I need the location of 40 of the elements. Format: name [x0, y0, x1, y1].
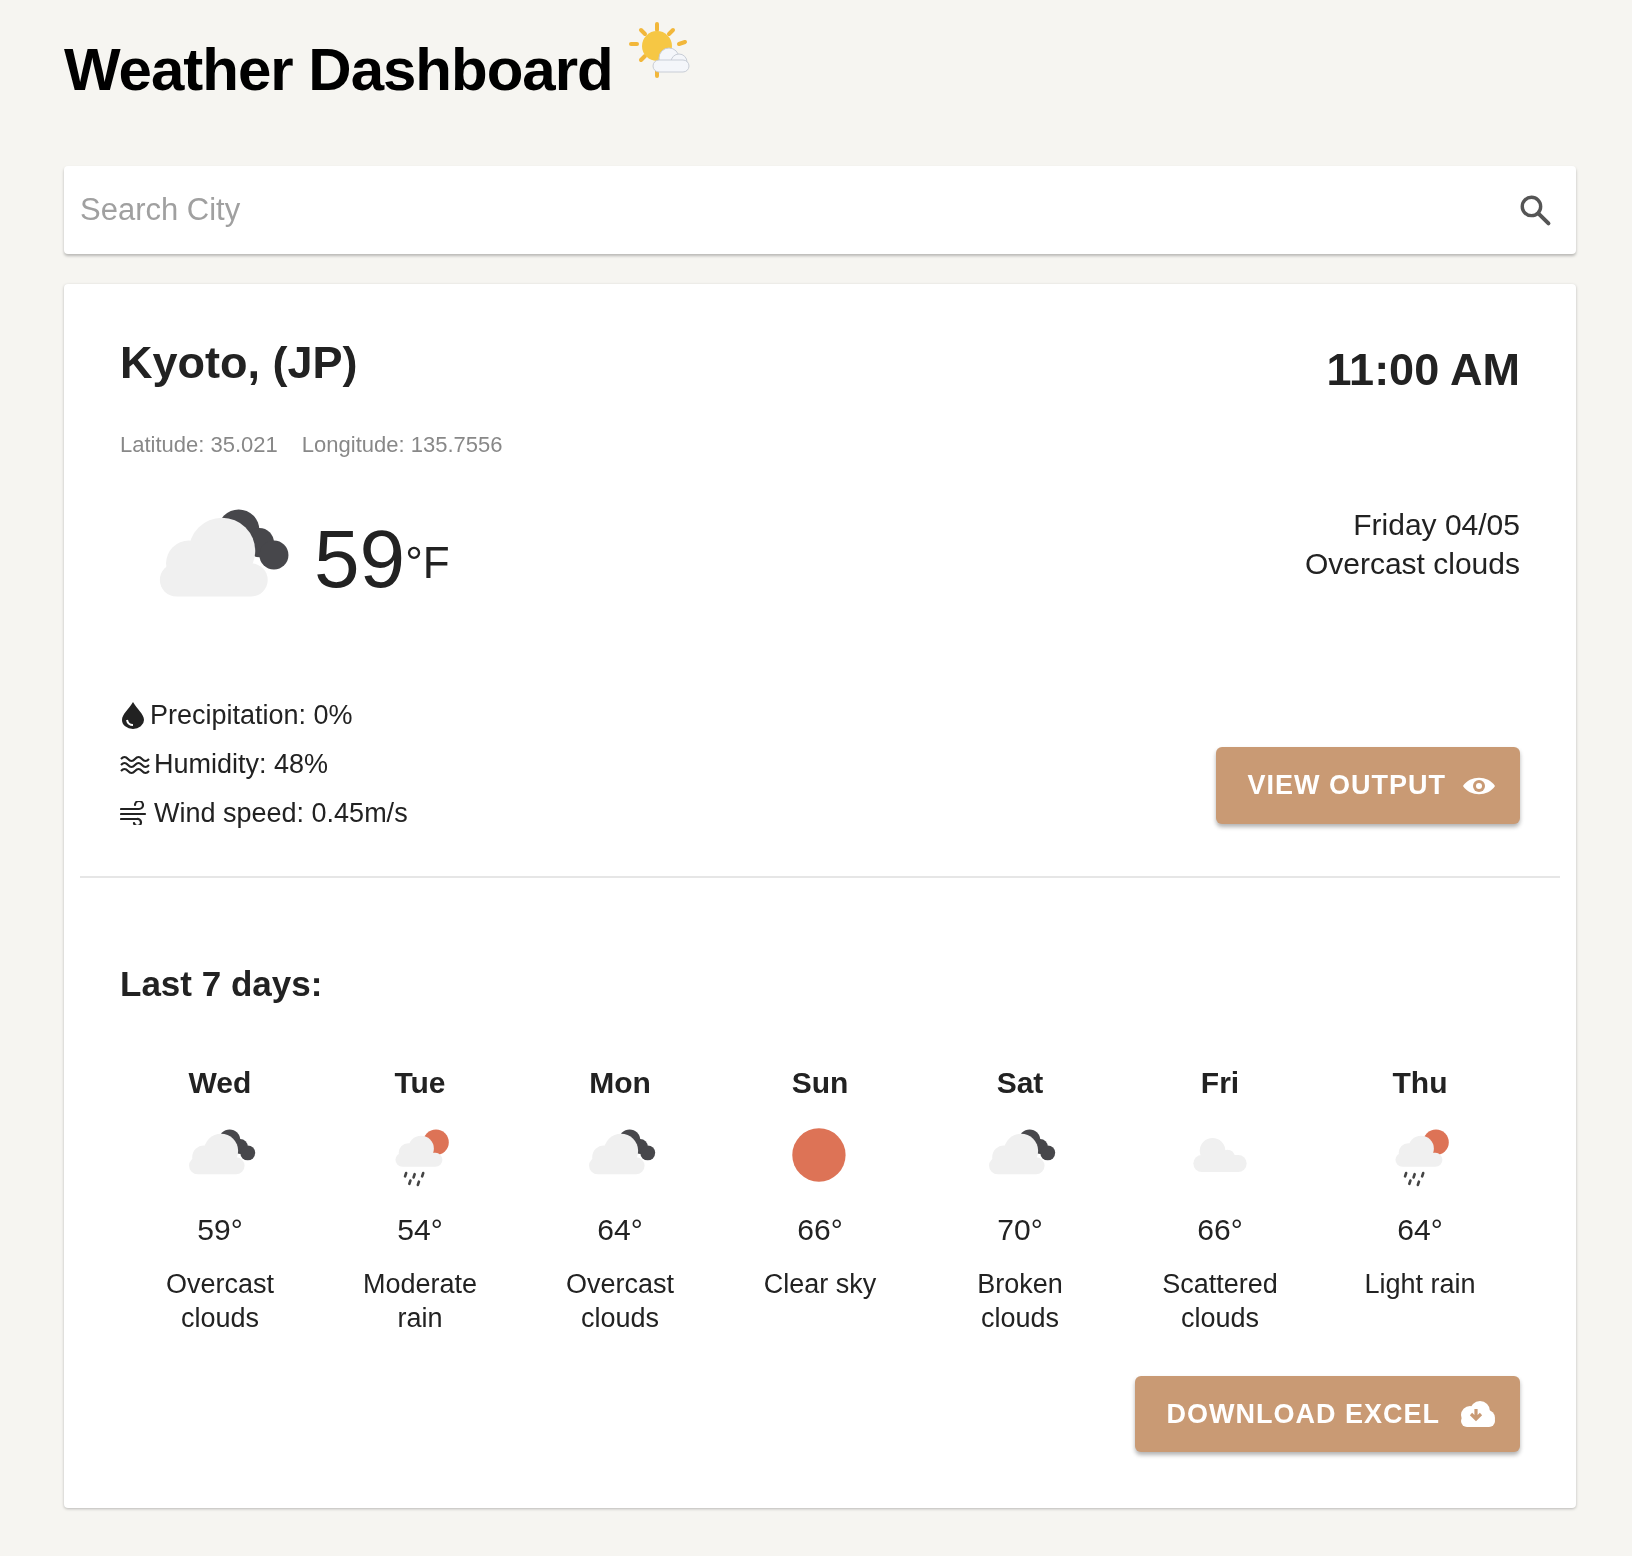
- page-title: Weather Dashboard: [64, 35, 613, 105]
- drop-icon: [120, 701, 146, 730]
- day-description: Scattered clouds: [1161, 1268, 1279, 1336]
- longitude: Longitude: 135.7556: [301, 430, 503, 459]
- day-temperature: 64°: [1396, 1212, 1444, 1249]
- day-description: Overcast clouds: [165, 1268, 275, 1336]
- day-temperature: 64°: [596, 1212, 644, 1249]
- day-temperature: 66°: [1196, 1212, 1244, 1249]
- temperature-unit: °F: [405, 536, 450, 589]
- day-description: Overcast clouds: [565, 1268, 675, 1336]
- current-date: Friday 04/05: [1352, 506, 1520, 543]
- temperature: 59: [314, 517, 406, 600]
- day-description: Broken clouds: [976, 1268, 1064, 1336]
- day-temperature: 70°: [996, 1212, 1044, 1249]
- detail-text: Wind speed: 0.45m/s: [154, 796, 408, 830]
- day-description: Clear sky: [762, 1268, 878, 1302]
- search-field[interactable]: Search City: [64, 166, 1576, 254]
- day-temperature: 66°: [796, 1212, 844, 1249]
- day-name: Wed: [187, 1065, 253, 1102]
- search-icon[interactable]: [1518, 193, 1552, 227]
- day-name: Sun: [790, 1065, 850, 1102]
- section-heading: Last 7 days:: [120, 962, 324, 1005]
- day-description: Light rain: [1363, 1268, 1477, 1302]
- detail-text: Precipitation: 0%: [150, 698, 353, 732]
- day-name: Mon: [588, 1065, 652, 1102]
- day-temperature: 59°: [196, 1212, 244, 1249]
- view-output-button[interactable]: VIEW OUTPUT: [1215, 747, 1520, 824]
- day-description: Moderate rain: [361, 1268, 479, 1336]
- city-name: Kyoto, (JP): [120, 336, 358, 390]
- day-name: Fri: [1199, 1065, 1241, 1102]
- day-name: Tue: [393, 1065, 447, 1102]
- weather-description: Overcast clouds: [1304, 545, 1520, 582]
- detail-text: Humidity: 48%: [154, 747, 329, 781]
- latitude: Latitude: 35.021: [120, 430, 278, 459]
- download-excel-button[interactable]: DOWNLOAD EXCEL: [1134, 1375, 1520, 1453]
- day-name: Thu: [1391, 1065, 1449, 1102]
- day-temperature: 54°: [396, 1212, 444, 1249]
- waves-icon: [120, 754, 150, 775]
- current-time: 11:00 AM: [1326, 343, 1520, 397]
- day-name: Sat: [995, 1065, 1045, 1102]
